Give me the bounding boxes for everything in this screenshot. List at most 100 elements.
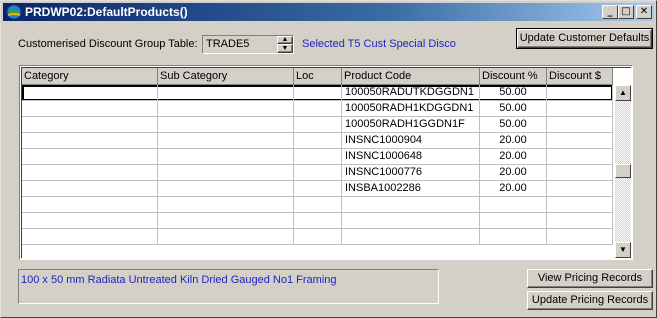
title-bar[interactable]: PRDWP02:DefaultProducts() _ □ ✕ <box>3 3 654 21</box>
cell-product-code[interactable] <box>342 197 480 213</box>
spin-down-icon: ▼ <box>281 45 289 52</box>
cell-category[interactable] <box>22 101 158 117</box>
discount-group-spinner[interactable]: TRADE5 ▲ ▼ <box>202 35 294 54</box>
cell-category[interactable] <box>22 181 158 197</box>
cell-discount-pct[interactable]: 20.00 <box>480 165 547 181</box>
cell-discount-pct[interactable] <box>480 197 547 213</box>
minimize-button[interactable]: _ <box>602 5 618 19</box>
product-discount-table[interactable]: Category Sub Category Loc Product Code Disco… <box>19 65 633 260</box>
update-pricing-records-button[interactable]: Update Pricing Records <box>527 291 653 310</box>
table-row[interactable] <box>22 229 613 245</box>
cell-discount-amt[interactable] <box>547 197 613 213</box>
maximize-button[interactable]: □ <box>618 5 634 19</box>
cell-category[interactable] <box>22 149 158 165</box>
table-row[interactable] <box>22 197 613 213</box>
scroll-down-button[interactable]: ▼ <box>615 242 631 258</box>
cell-discount-pct[interactable] <box>480 213 547 229</box>
cell-product-code[interactable] <box>342 229 480 245</box>
cell-loc[interactable] <box>294 165 342 181</box>
cell-discount-amt[interactable] <box>547 149 613 165</box>
app-globe-icon <box>6 4 22 20</box>
cell-loc[interactable] <box>294 85 342 101</box>
table-row[interactable]: INSNC1000648 20.00 <box>22 149 613 165</box>
table-row[interactable] <box>22 213 613 229</box>
cell-discount-pct[interactable]: 50.00 <box>480 117 547 133</box>
cell-loc[interactable] <box>294 181 342 197</box>
cell-discount-amt[interactable] <box>547 133 613 149</box>
cell-category[interactable] <box>22 133 158 149</box>
cell-category[interactable] <box>22 85 158 101</box>
cell-sub-category[interactable] <box>158 165 294 181</box>
cell-product-code[interactable]: INSNC1000904 <box>342 133 480 149</box>
cell-loc[interactable] <box>294 133 342 149</box>
discount-group-label: Customerised Discount Group Table: <box>18 38 198 50</box>
vertical-scrollbar[interactable]: ▲ ▼ <box>615 85 631 258</box>
cell-category[interactable] <box>22 229 158 245</box>
table-row[interactable]: INSBA1002286 20.00 <box>22 181 613 197</box>
header-col-sub-category[interactable]: Sub Category <box>158 68 294 85</box>
scroll-thumb[interactable] <box>615 164 631 178</box>
cell-loc[interactable] <box>294 117 342 133</box>
cell-sub-category[interactable] <box>158 85 294 101</box>
table-row[interactable]: 100050RADUTKDGGDN1 50.00 <box>22 85 613 101</box>
scroll-up-button[interactable]: ▲ <box>615 85 631 101</box>
scroll-down-icon: ▼ <box>619 245 627 254</box>
table-row[interactable]: INSNC1000904 20.00 <box>22 133 613 149</box>
scroll-up-icon: ▲ <box>619 88 627 97</box>
cell-discount-amt[interactable] <box>547 101 613 117</box>
cell-discount-amt[interactable] <box>547 165 613 181</box>
cell-sub-category[interactable] <box>158 101 294 117</box>
update-customer-defaults-button[interactable]: Update Customer Defaults <box>516 28 653 49</box>
cell-discount-amt[interactable] <box>547 181 613 197</box>
cell-discount-amt[interactable] <box>547 213 613 229</box>
cell-discount-pct[interactable]: 20.00 <box>480 149 547 165</box>
cell-category[interactable] <box>22 213 158 229</box>
product-description-panel: 100 x 50 mm Radiata Untreated Kiln Dried… <box>18 269 439 304</box>
cell-product-code[interactable]: 100050RADH1GGDN1F <box>342 117 480 133</box>
table-row[interactable]: 100050RADH1KDGGDN1 50.00 <box>22 101 613 117</box>
table-row[interactable]: 100050RADH1GGDN1F 50.00 <box>22 117 613 133</box>
cell-discount-amt[interactable] <box>547 229 613 245</box>
cell-product-code[interactable]: INSNC1000776 <box>342 165 480 181</box>
table-row[interactable]: INSNC1000776 20.00 <box>22 165 613 181</box>
cell-discount-pct[interactable] <box>480 229 547 245</box>
cell-sub-category[interactable] <box>158 149 294 165</box>
cell-category[interactable] <box>22 117 158 133</box>
cell-discount-pct[interactable]: 50.00 <box>480 85 547 101</box>
header-col-product-code[interactable]: Product Code <box>342 68 480 85</box>
cell-discount-pct[interactable]: 20.00 <box>480 133 547 149</box>
cell-loc[interactable] <box>294 197 342 213</box>
cell-product-code[interactable]: INSNC1000648 <box>342 149 480 165</box>
cell-discount-pct[interactable]: 50.00 <box>480 101 547 117</box>
spin-down-button[interactable]: ▼ <box>277 44 293 53</box>
minimize-icon: _ <box>607 6 613 17</box>
cell-loc[interactable] <box>294 149 342 165</box>
cell-discount-amt[interactable] <box>547 85 613 101</box>
cell-discount-pct[interactable]: 20.00 <box>480 181 547 197</box>
cell-category[interactable] <box>22 165 158 181</box>
header-col-discount-pct[interactable]: Discount % <box>480 68 547 85</box>
header-col-loc[interactable]: Loc <box>294 68 342 85</box>
cell-product-code[interactable]: INSBA1002286 <box>342 181 480 197</box>
spin-up-icon: ▲ <box>281 36 289 43</box>
close-button[interactable]: ✕ <box>636 5 652 19</box>
view-pricing-records-button[interactable]: View Pricing Records <box>527 269 653 288</box>
cell-sub-category[interactable] <box>158 117 294 133</box>
cell-sub-category[interactable] <box>158 197 294 213</box>
cell-loc[interactable] <box>294 229 342 245</box>
cell-product-code[interactable]: 100050RADH1KDGGDN1 <box>342 101 480 117</box>
header-col-discount-amt[interactable]: Discount $ <box>547 68 613 85</box>
spin-up-button[interactable]: ▲ <box>277 36 293 44</box>
cell-product-code[interactable] <box>342 213 480 229</box>
cell-sub-category[interactable] <box>158 213 294 229</box>
cell-product-code[interactable]: 100050RADUTKDGGDN1 <box>342 85 480 101</box>
cell-discount-amt[interactable] <box>547 117 613 133</box>
cell-sub-category[interactable] <box>158 229 294 245</box>
cell-sub-category[interactable] <box>158 133 294 149</box>
cell-loc[interactable] <box>294 101 342 117</box>
cell-loc[interactable] <box>294 213 342 229</box>
window-title: PRDWP02:DefaultProducts() <box>25 5 188 19</box>
cell-category[interactable] <box>22 197 158 213</box>
header-col-category[interactable]: Category <box>22 68 158 85</box>
cell-sub-category[interactable] <box>158 181 294 197</box>
